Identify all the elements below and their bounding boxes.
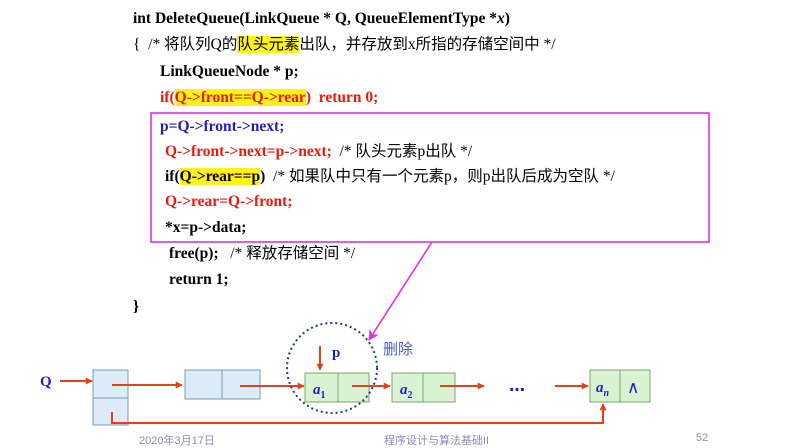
linked-queue-diagram: Q a1 p 删除 a2 … an ∧ [40, 112, 710, 426]
footer-date: 2020年3月17日 [139, 435, 215, 447]
ellipsis: … [509, 376, 525, 395]
null-pointer-icon: ∧ [627, 378, 639, 398]
magenta-arrow [368, 241, 433, 341]
delete-label: 删除 [383, 340, 413, 358]
highlight-box [150, 112, 710, 243]
footer-course: 程序设计与算法基础II [384, 435, 490, 447]
rear-arrow [111, 403, 607, 424]
p-label: p [332, 345, 340, 361]
q-label: Q [40, 374, 52, 390]
footer-page-number: 52 [696, 432, 709, 444]
